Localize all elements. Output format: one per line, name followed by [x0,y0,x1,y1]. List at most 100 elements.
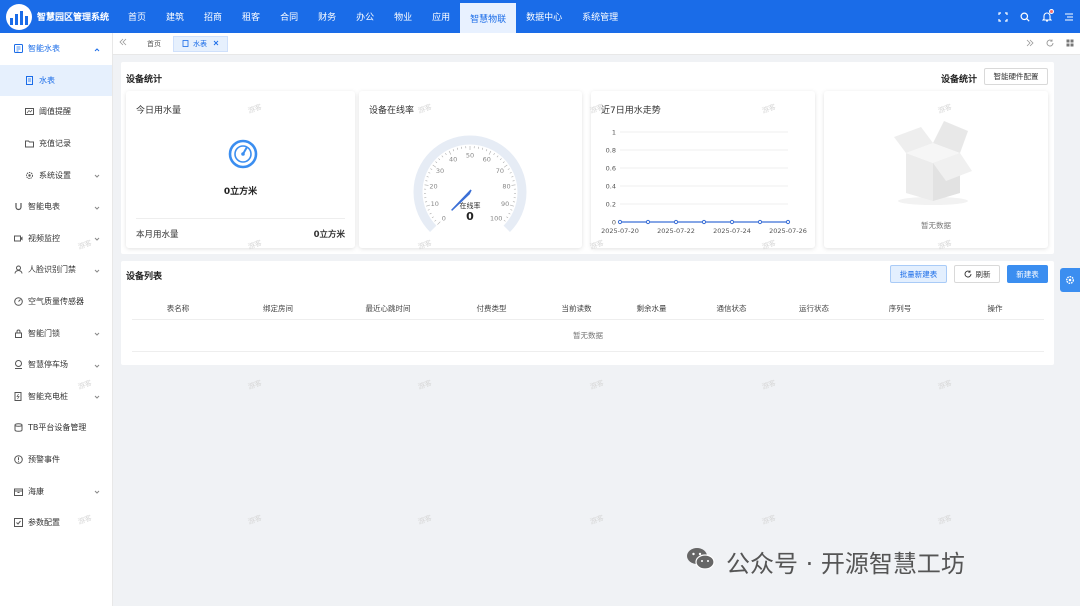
tab-water-meter-label: 水表 [193,39,207,48]
menu-icon[interactable] [1064,12,1074,22]
refresh-tab-icon[interactable] [1046,39,1054,50]
nav-item[interactable]: 合同 [270,0,308,33]
meter-icon [14,44,23,54]
sidebar-item[interactable]: TB平台设备管理 [0,412,112,444]
gear-icon [25,171,34,180]
new-meter-button[interactable]: 新建表 [1007,265,1048,283]
watermark: 游客 [247,513,263,527]
watermark: 游客 [937,513,953,527]
tab-home[interactable]: 首页 [139,36,169,52]
sidebar-group-water-meter[interactable]: 智能水表 [0,33,112,65]
chevron-down-icon [94,488,100,497]
data-point [645,219,651,225]
logo-icon [6,3,32,30]
nav-item[interactable]: 应用 [422,0,460,33]
nav-item[interactable]: 办公 [346,0,384,33]
main-nav: 首页 建筑 招商 租客 合同 财务 办公 物业 应用 智慧物联 数据中心 系统管理 [118,0,628,33]
hardware-config-button[interactable]: 智能硬件配置 [984,68,1048,85]
gauge-tick [481,147,484,150]
data-point [757,219,763,225]
table-header-cell: 操作 [987,304,1003,313]
refresh-button[interactable]: 刷新 [954,265,1000,283]
warning-icon [14,455,23,464]
table-header-cell: 序列号 [888,304,912,313]
search-icon[interactable] [1020,12,1030,22]
app-logo[interactable]: 智慧园区管理系统 [0,0,118,33]
gear-icon [1066,276,1074,284]
table-header-cell: 剩余水量 [636,304,667,313]
gauge-tick [511,176,514,178]
close-icon[interactable] [213,40,219,48]
table-empty-row: 暂无数据 [132,320,1044,352]
y-tick-label: 1 [612,129,616,137]
batch-create-button[interactable]: 批量新建表 [890,265,947,283]
sidebar-item[interactable]: 海康 [0,475,112,507]
sidebar-item[interactable]: 空气质量传感器 [0,286,112,318]
gauge-tick [434,219,437,222]
nav-item[interactable]: 财务 [308,0,346,33]
video-icon [14,234,23,243]
tabs-scroll-right-icon[interactable] [1026,39,1034,50]
sidebar-group-label: 智能水表 [28,44,60,54]
sidebar-item[interactable]: 参数配置 [0,507,112,539]
sidebar-item[interactable]: 人脸识别门禁 [0,254,112,286]
fullscreen-icon[interactable] [998,11,1008,22]
nav-item[interactable]: 首页 [118,0,156,33]
gauge-tick-label: 90 [501,200,509,208]
sidebar-item[interactable]: 系统设置 [0,159,112,191]
gauge-tick [488,150,492,155]
sidebar-item[interactable]: 阈值提醒 [0,96,112,128]
charger-icon [14,391,23,401]
nav-item[interactable]: 数据中心 [516,0,572,33]
sidebar-item[interactable]: 水表 [0,64,112,97]
sidebar-item-label: 智能充电桩 [28,391,68,401]
magnet-icon [14,202,23,211]
refresh-button-label: 刷新 [975,269,991,279]
gauge-tick [496,155,499,158]
empty-data-text: 暂无数据 [921,221,951,230]
person-icon [14,265,23,275]
sidebar-item[interactable]: 智能门锁 [0,317,112,349]
gauge-tick [445,153,447,156]
nav-item[interactable]: 建筑 [156,0,194,33]
gauge-tick [426,176,429,178]
sidebar-item[interactable]: 预警事件 [0,444,112,476]
gauge-tick [507,168,510,170]
settings-float-button[interactable] [1060,268,1080,292]
month-water-value: 0立方米 [313,230,345,240]
wechat-icon [686,546,716,578]
device-list-title: 设备列表 [126,272,163,282]
sidebar-item-label: 空气质量传感器 [28,297,84,307]
data-point [785,219,791,225]
gauge-tick-label: 60 [483,156,491,164]
data-point [701,219,707,225]
top-toolbar [998,0,1074,33]
nav-item[interactable]: 智慧物联 [460,3,517,33]
sidebar-item[interactable]: 充值记录 [0,128,112,160]
gauge-tick-label: 40 [449,156,457,164]
nav-item[interactable]: 租客 [232,0,270,33]
document-icon [182,40,189,47]
nav-item[interactable]: 招商 [194,0,232,33]
sidebar-item[interactable]: 视频监控 [0,223,112,255]
tab-water-meter[interactable]: 水表 [173,35,228,52]
config-icon [14,518,23,528]
table-header-cell: 当前读数 [561,304,592,313]
sidebar-item[interactable]: 智慧停车场 [0,349,112,381]
chevron-down-icon [94,393,100,402]
wechat-brand: 公众号 · 开源智慧工坊 [686,544,965,579]
data-point [617,219,623,225]
sidebar-item[interactable]: 智能充电桩 [0,381,112,413]
gauge-tick [509,204,514,207]
bell-icon[interactable] [1042,9,1054,22]
grid-icon[interactable] [1066,39,1074,50]
month-water-label: 本月用水量 [136,230,179,240]
gauge-tick-label: 80 [502,183,510,191]
tabs-scroll-left-icon[interactable] [119,38,127,49]
chevron-down-icon [94,330,100,339]
nav-item[interactable]: 系统管理 [572,0,628,33]
gauge-tick [456,147,459,150]
sidebar-item[interactable]: 智能电表 [0,191,112,223]
nav-item[interactable]: 物业 [384,0,422,33]
sensor-icon [14,297,23,306]
